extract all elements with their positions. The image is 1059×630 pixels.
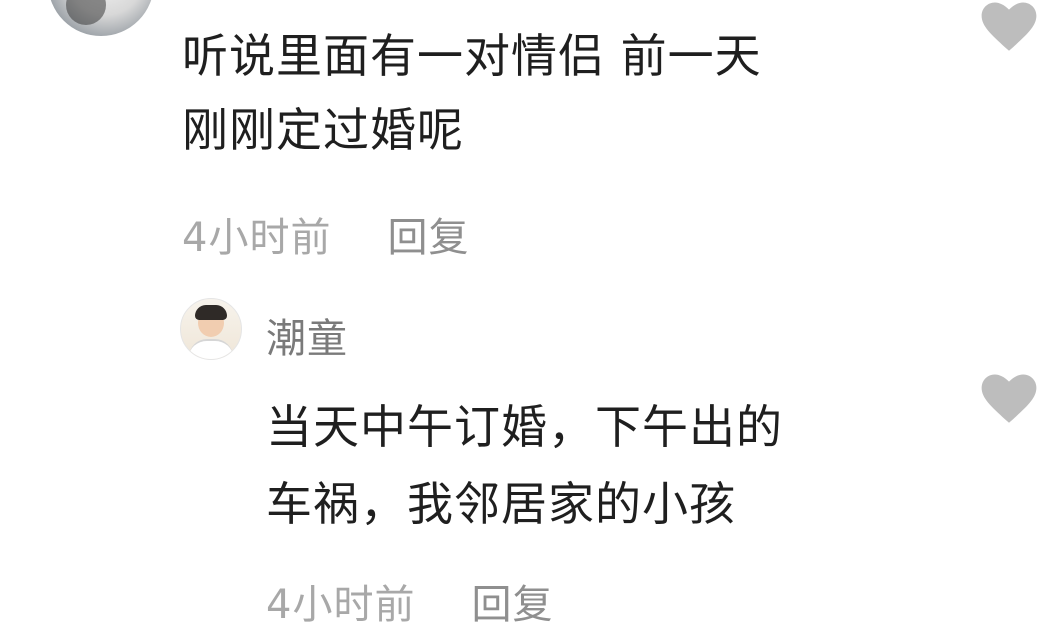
comment-text-line1: 听说里面有一对情侣 前一天 [182,29,762,83]
reply-avatar[interactable] [180,298,242,360]
reply-like-button[interactable] [980,374,1038,424]
reply-reply-button[interactable]: 回复 [471,572,553,630]
heart-icon [981,374,1037,423]
comment-meta: 4小时前 回复 [182,205,469,263]
reply-meta: 4小时前 回复 [266,572,553,630]
reply-text-line2: 车祸，我邻居家的小孩 [266,477,736,531]
comment-text-line2: 刚刚定过婚呢 [182,103,464,157]
comment-timestamp: 4小时前 [182,215,332,261]
reply-username[interactable]: 潮童 [266,306,348,364]
heart-icon [981,2,1037,51]
comment-like-button[interactable] [980,2,1038,52]
reply-text-line1: 当天中午订婚，下午出的 [266,400,783,454]
reply-timestamp: 4小时前 [266,582,416,628]
commenter-avatar[interactable] [48,0,154,36]
comment-reply-button[interactable]: 回复 [387,205,469,263]
